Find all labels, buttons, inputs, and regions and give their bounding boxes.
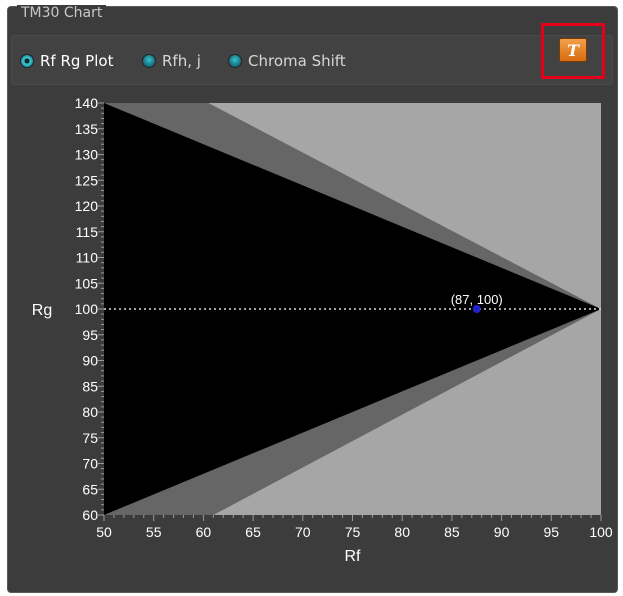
x-tick-label: 75 — [345, 524, 361, 540]
x-tick-label: 55 — [146, 524, 162, 540]
x-tick-label: 90 — [494, 524, 510, 540]
y-tick-label: 100 — [75, 301, 99, 317]
y-tick-label: 65 — [82, 481, 98, 497]
y-tick-label: 110 — [76, 250, 99, 266]
data-point-label: (87, 100) — [451, 292, 503, 307]
x-tick-label: 70 — [295, 524, 311, 540]
y-tick-label: 75 — [82, 430, 98, 446]
x-tick-label: 65 — [245, 524, 261, 540]
y-tick-label: 70 — [82, 456, 98, 472]
y-tick-label: 140 — [75, 95, 99, 111]
x-tick-label: 100 — [589, 524, 613, 540]
y-tick-label: 80 — [82, 404, 98, 420]
y-tick-label: 60 — [82, 507, 98, 523]
x-tick-label: 80 — [394, 524, 410, 540]
y-tick-label: 85 — [82, 378, 98, 394]
x-tick-label: 85 — [444, 524, 460, 540]
y-tick-label: 90 — [82, 353, 98, 369]
x-tick-label: 95 — [544, 524, 560, 540]
x-tick-label: 60 — [196, 524, 212, 540]
y-tick-label: 95 — [82, 327, 98, 343]
y-axis-label: Rg — [32, 302, 52, 319]
x-tick-label: 50 — [96, 524, 112, 540]
y-tick-label: 125 — [75, 172, 99, 188]
y-tick-label: 130 — [75, 147, 99, 163]
y-tick-label: 120 — [75, 198, 99, 214]
x-axis-label: Rf — [345, 548, 362, 565]
rf-rg-chart: 50 55 60 65 70 75 80 85 90 95 100 140 135 130 125 120 11… — [32, 95, 613, 565]
y-tick-label: 135 — [75, 121, 99, 137]
y-tick-label: 115 — [76, 224, 99, 240]
y-tick-label: 105 — [75, 275, 99, 291]
